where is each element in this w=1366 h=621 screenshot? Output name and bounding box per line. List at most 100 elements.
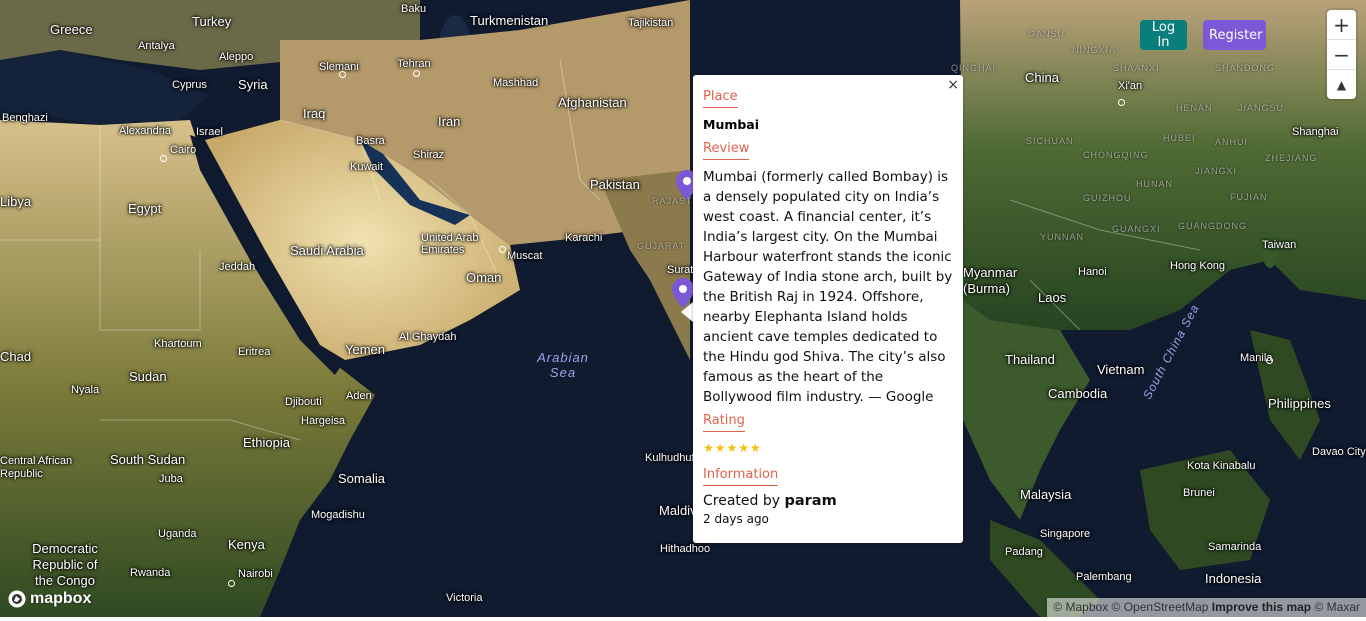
map-region-label: GANSU: [1028, 29, 1066, 39]
map-label: Uganda: [158, 528, 197, 540]
map-label: Chad: [0, 349, 32, 364]
map-label: Shanghai: [1292, 126, 1339, 138]
map-label: Indonesia: [1205, 571, 1262, 586]
created-by-user: param: [784, 493, 837, 509]
rating-heading: Rating: [703, 413, 745, 432]
map-label: Mashhad: [493, 77, 539, 89]
map-label: Turkmenistan: [470, 13, 549, 28]
created-time: 2 days ago: [703, 512, 769, 526]
attribution-osm-link[interactable]: © OpenStreetMap: [1112, 600, 1209, 614]
map-label: Kenya: [228, 537, 265, 552]
map-label: Al Ghaydah: [399, 331, 457, 343]
register-button[interactable]: Register: [1203, 20, 1266, 50]
close-popup-button[interactable]: ×: [947, 77, 959, 93]
map-label: Aleppo: [219, 51, 254, 63]
map-label: Iraq: [303, 106, 326, 121]
place-heading: Place: [703, 89, 738, 108]
city-dot: [160, 155, 167, 162]
compass-icon[interactable]: ▲: [1327, 70, 1356, 99]
map-label: Kuwait: [350, 161, 384, 173]
map-label: Khartoum: [154, 338, 202, 350]
map-region-label: JIANGSU: [1238, 103, 1285, 113]
map-region-label: GUJARAT: [637, 241, 686, 251]
improve-map-link[interactable]: Improve this map: [1212, 600, 1311, 614]
map-label: Aden: [346, 390, 372, 402]
map-label: Laos: [1038, 290, 1067, 305]
map-label: Philippines: [1268, 396, 1331, 411]
map-region-label: HUNAN: [1136, 179, 1174, 189]
place-popup: × Place Mumbai Review Mumbai (formerly c…: [693, 75, 963, 543]
attribution-maxar-link[interactable]: © Maxar: [1314, 600, 1360, 614]
map-label: Democratic Republic of the Congo: [32, 541, 98, 588]
map-label: Yemen: [345, 342, 385, 357]
map-label: Egypt: [128, 201, 162, 216]
map-label: Hargeisa: [301, 415, 346, 427]
map-label: Somalia: [338, 471, 385, 486]
map-label: Tehran: [397, 58, 431, 70]
review-text: Mumbai (formerly called Bombay) is a den…: [703, 169, 953, 405]
map-region-label: ANHUI: [1215, 137, 1249, 147]
map-label: Djibouti: [285, 396, 322, 408]
map-region-label: QINGHAI: [951, 63, 997, 73]
city-dot: [1118, 99, 1125, 106]
map-region-label: YUNNAN: [1040, 232, 1085, 242]
map-label: Davao City: [1312, 446, 1366, 458]
map-label: Taiwan: [1262, 239, 1297, 251]
map-region-label: GUANGDONG: [1178, 221, 1248, 231]
map-label: Central African Republic: [0, 455, 73, 480]
mapbox-logo[interactable]: mapbox: [8, 590, 91, 608]
sea-label: Arabian Sea: [537, 350, 589, 380]
map-label: Singapore: [1040, 528, 1091, 540]
map-label: Xi'an: [1118, 80, 1143, 92]
map-navigation-control: + − ▲: [1327, 10, 1356, 99]
map-label: Victoria: [446, 592, 483, 604]
map-label: United Arab Emirates: [421, 232, 479, 256]
zoom-in-button[interactable]: +: [1327, 10, 1356, 40]
zoom-out-button[interactable]: −: [1327, 40, 1356, 70]
map-label: Eritrea: [238, 346, 271, 358]
map-label: Karachi: [565, 232, 603, 244]
rating-stars-icon: ★★★★★: [703, 441, 762, 455]
map-label: Antalya: [138, 40, 175, 52]
map-label: Hanoi: [1078, 266, 1107, 278]
map-label: Afghanistan: [558, 95, 627, 110]
place-name: Mumbai: [703, 117, 760, 132]
map-label: Greece: [50, 22, 93, 37]
map-label: Shiraz: [413, 149, 445, 161]
city-dot: [499, 246, 506, 253]
map-region-label: NINGXIA: [1072, 45, 1117, 55]
map-label: Syria: [238, 77, 268, 92]
map-label: Brunei: [1183, 487, 1215, 499]
map-label: Pakistan: [590, 177, 640, 192]
map-region-label: SHANDONG: [1215, 63, 1276, 73]
map-region-label: SHAANXI: [1113, 63, 1160, 73]
map-region-label: CHONGQING: [1083, 150, 1149, 160]
review-heading: Review: [703, 141, 750, 160]
map-label: Iran: [438, 114, 461, 129]
map-label: Mogadishu: [311, 509, 365, 521]
map-label: Juba: [159, 473, 183, 485]
login-button[interactable]: Log In: [1140, 20, 1187, 50]
map-label: Cairo: [170, 144, 197, 156]
popup-tip: [681, 302, 693, 322]
information-heading: Information: [703, 467, 779, 486]
map-label: Nyala: [71, 384, 100, 396]
map-label: Jeddah: [219, 261, 256, 273]
map-label: Padang: [1005, 546, 1043, 558]
map-region-label: HENAN: [1176, 103, 1213, 113]
map-label: Rwanda: [130, 567, 171, 579]
mapbox-logo-text: mapbox: [30, 590, 92, 607]
city-dot: [339, 71, 346, 78]
city-dot: [1266, 357, 1273, 364]
map-region-label: ZHEJIANG: [1265, 153, 1318, 163]
map-label: Hithadhoo: [660, 543, 711, 555]
map-region-label: FUJIAN: [1230, 192, 1268, 202]
map-label: Israel: [196, 126, 223, 138]
map-label: Palembang: [1076, 571, 1132, 583]
map-region-label: GUIZHOU: [1083, 193, 1132, 203]
attribution-mapbox-link[interactable]: © Mapbox: [1053, 600, 1108, 614]
map-label: Benghazi: [2, 112, 48, 124]
city-dot: [228, 580, 235, 587]
map-label: Sudan: [129, 369, 167, 384]
map-label: Samarinda: [1208, 541, 1262, 553]
